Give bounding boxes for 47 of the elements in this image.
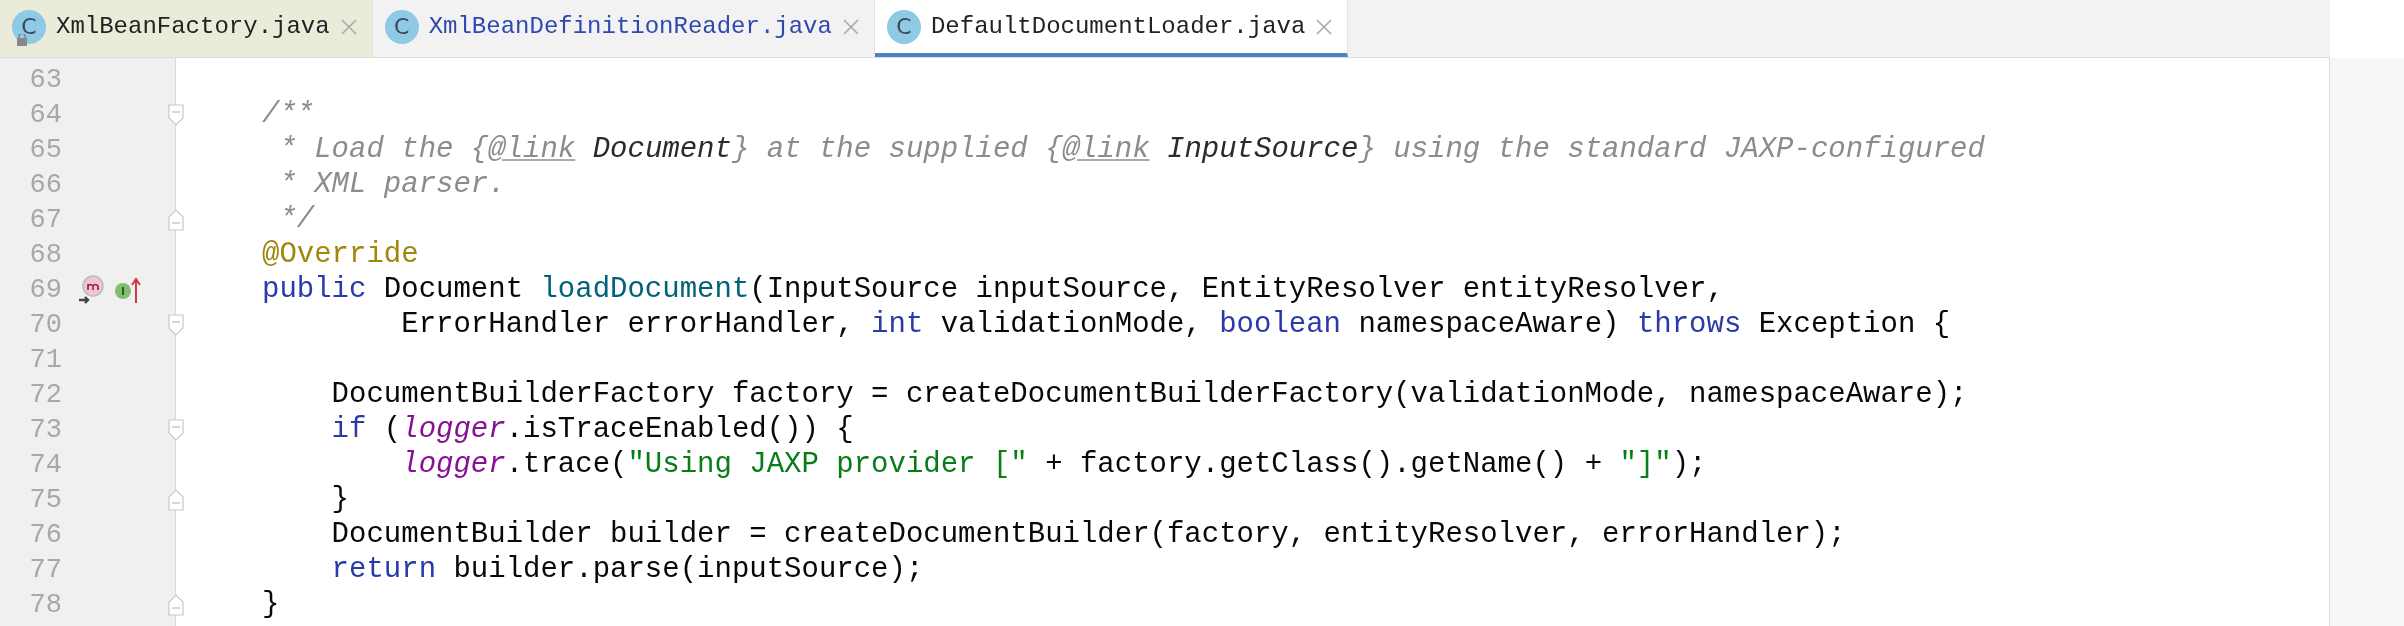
- fold-marker-icon[interactable]: [168, 593, 184, 616]
- fold-marker-icon[interactable]: [168, 103, 184, 126]
- class-icon: C: [886, 9, 921, 44]
- code-line: public Document loadDocument(InputSource inputSource, EntityResolver entityResolver,: [262, 272, 1724, 307]
- file-tab[interactable]: C XmlBeanFactory.java: [0, 0, 373, 57]
- line-number: 78: [28, 589, 62, 620]
- line-number: 73: [28, 414, 62, 445]
- code-line: */: [278, 202, 315, 237]
- implemented-interface-icon[interactable]: [114, 275, 142, 304]
- line-number: 72: [28, 379, 62, 410]
- method-override-icon[interactable]: [78, 274, 106, 305]
- code-line: * Load the {@link Document} at the supplied {@link InputSource} using the standard JAXP-configured: [278, 132, 1985, 167]
- line-number: 76: [28, 519, 62, 550]
- lock-icon: [16, 33, 28, 46]
- fold-marker-icon[interactable]: [168, 313, 184, 336]
- code-line: }: [330, 482, 349, 517]
- class-icon: C: [12, 9, 46, 44]
- code-line: * XML parser.: [278, 167, 506, 202]
- line-number: 67: [28, 204, 62, 235]
- code-line: @Override: [262, 237, 419, 272]
- line-number: 74: [28, 449, 62, 480]
- line-number: 63: [28, 64, 62, 95]
- close-icon[interactable]: [841, 17, 860, 36]
- code-line: DocumentBuilder builder = createDocumentBuilder(factory, entityResolver, errorHandler);: [330, 517, 1846, 552]
- close-icon[interactable]: [1315, 17, 1334, 36]
- line-number: 65: [28, 134, 62, 165]
- fold-marker-icon[interactable]: [168, 488, 184, 511]
- line-number: 66: [28, 169, 62, 200]
- line-number: 77: [28, 554, 62, 585]
- line-number: 68: [28, 239, 62, 270]
- code-line: }: [262, 587, 280, 622]
- code-line: if (logger.isTraceEnabled()) {: [330, 412, 854, 447]
- code-line: logger.trace("Using JAXP provider [" + factory.getClass().getName() + "]");: [400, 447, 1707, 482]
- line-number: 69: [28, 274, 62, 305]
- line-number: 75: [28, 484, 62, 515]
- code-line: ErrorHandler errorHandler, int validationMode, boolean namespaceAware) throws Exception {: [400, 307, 1951, 342]
- class-icon: C: [384, 9, 419, 44]
- close-icon[interactable]: [339, 17, 358, 36]
- line-number: 71: [28, 344, 62, 375]
- fold-marker-icon[interactable]: [168, 418, 184, 441]
- code-line: /**: [262, 97, 315, 132]
- code-line: DocumentBuilderFactory factory = createDocumentBuilderFactory(validationMode, namespaceAware);: [330, 377, 1968, 412]
- file-tab[interactable]: C DefaultDocumentLoader.java: [874, 0, 1349, 57]
- fold-marker-icon[interactable]: [168, 208, 184, 231]
- code-line: return builder.parse(inputSource);: [330, 552, 924, 587]
- line-number: 70: [28, 309, 62, 340]
- line-number: 64: [28, 99, 62, 130]
